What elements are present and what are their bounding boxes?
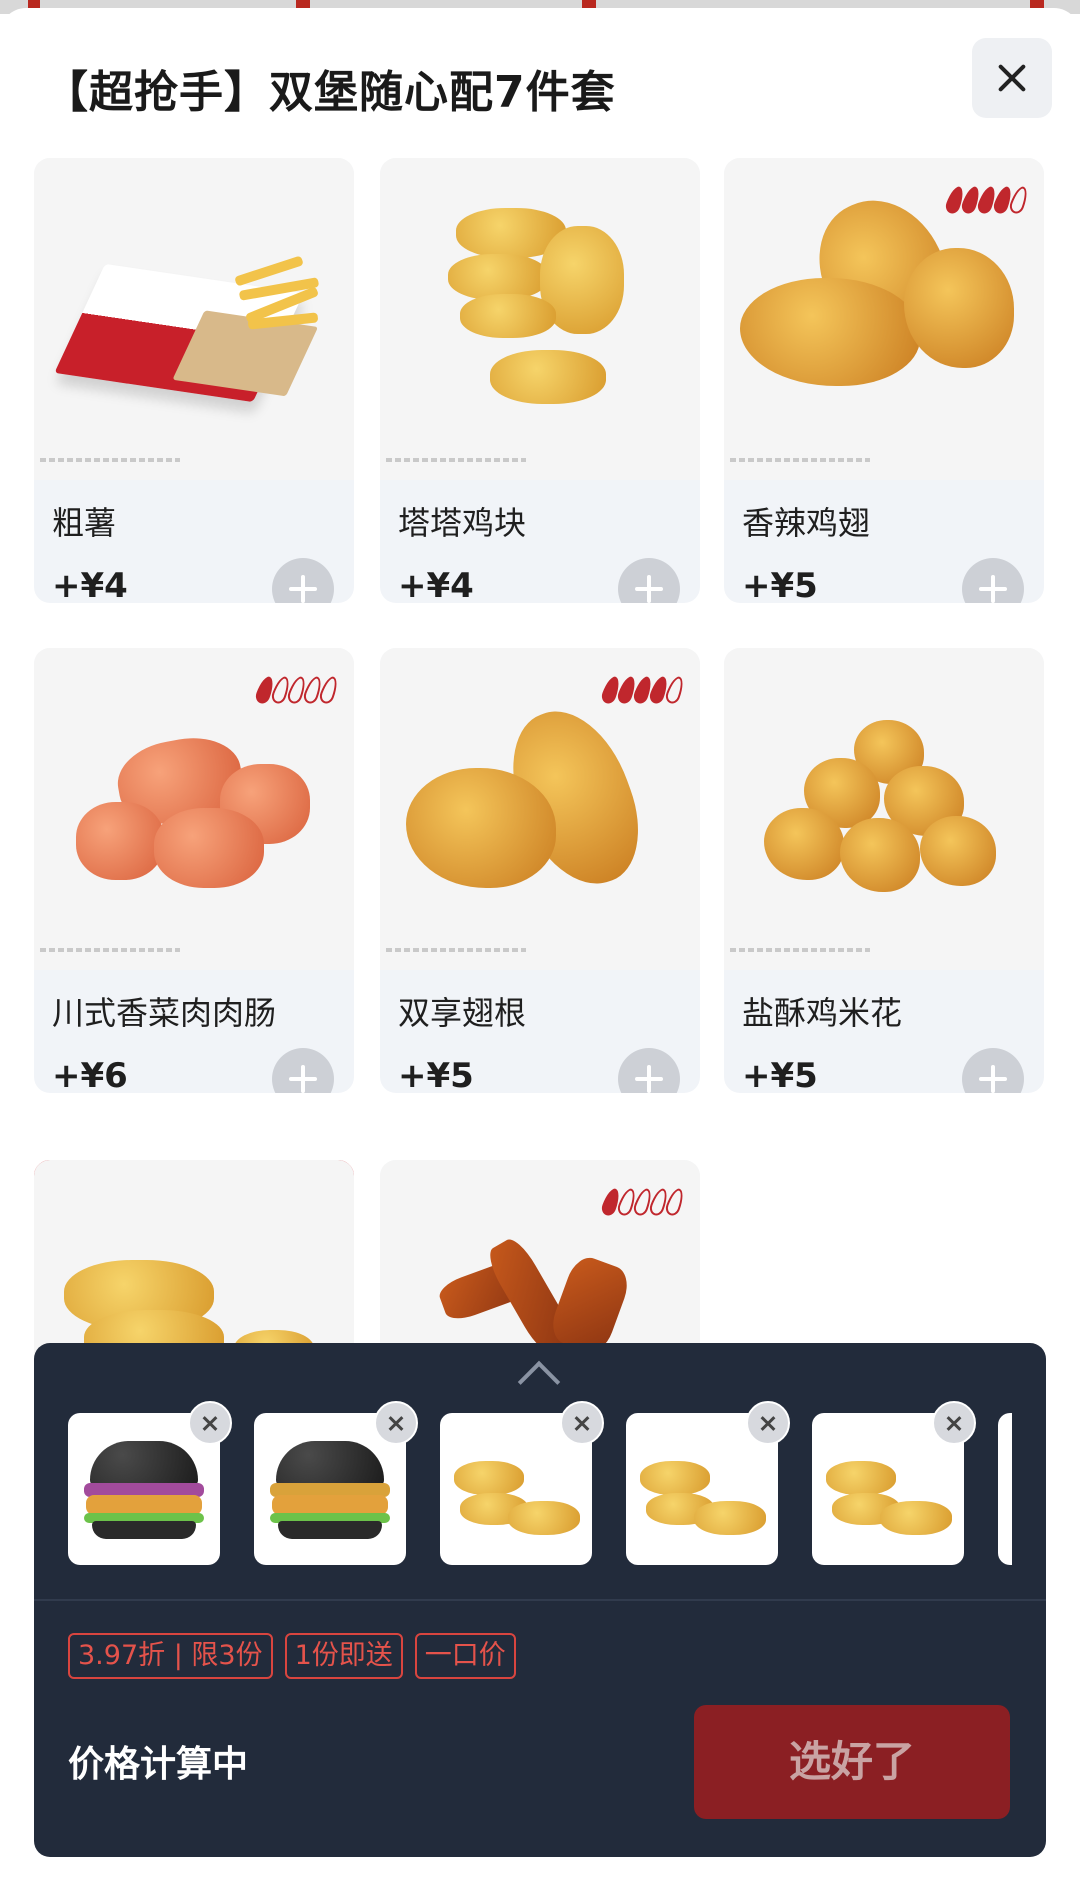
- promo-tag-gift: 1份即送: [284, 1633, 403, 1679]
- product-card[interactable]: 川式香菜肉肉肠 +¥6: [34, 648, 354, 1093]
- close-button[interactable]: [972, 38, 1052, 118]
- page: 粗薯 +¥4 塔塔鸡块 +¥4 香辣鸡翅 +¥5 川式香菜肉肉肠 +¥6 双享翅…: [0, 0, 1080, 1894]
- selected-item[interactable]: [254, 1401, 418, 1565]
- product-name: 粗薯: [52, 504, 117, 542]
- product-price: +¥4: [52, 566, 128, 603]
- product-price: +¥5: [398, 1056, 474, 1093]
- product-card[interactable]: 香辣鸡翅 +¥5: [724, 158, 1044, 603]
- product-name: 川式香菜肉肉肠: [52, 994, 277, 1032]
- price-status: 价格计算中: [68, 1744, 249, 1785]
- product-image-wing-roots: [380, 648, 700, 970]
- product-price: +¥5: [742, 566, 818, 603]
- add-button[interactable]: [962, 1048, 1024, 1093]
- product-price: +¥6: [52, 1056, 128, 1093]
- selected-item[interactable]: [812, 1401, 976, 1565]
- chevron-up-icon[interactable]: [517, 1360, 561, 1404]
- spice-level-icon: [599, 1186, 687, 1218]
- selected-item[interactable]: [440, 1401, 604, 1565]
- selected-item-partial[interactable]: [998, 1413, 1012, 1565]
- confirm-button[interactable]: 选好了: [694, 1705, 1010, 1819]
- product-name: 盐酥鸡米花: [742, 994, 903, 1032]
- promo-tag-discount: 3.97折 | 限3份: [68, 1633, 273, 1679]
- remove-icon[interactable]: [932, 1401, 976, 1445]
- remove-icon[interactable]: [560, 1401, 604, 1445]
- add-button[interactable]: [618, 558, 680, 603]
- spice-level-icon: [943, 184, 1031, 216]
- add-button[interactable]: [272, 1048, 334, 1093]
- product-price: +¥5: [742, 1056, 818, 1093]
- promo-tags: 3.97折 | 限3份 1份即送 一口价: [68, 1633, 516, 1683]
- product-card[interactable]: 塔塔鸡块 +¥4: [380, 158, 700, 603]
- product-image-fries: [34, 158, 354, 480]
- selection-tray: 3.97折 | 限3份 1份即送 一口价 价格计算中 选好了: [34, 1343, 1046, 1857]
- sheet-header: 【超抢手】双堡随心配7件套: [0, 8, 1080, 158]
- burger-icon: [270, 1441, 390, 1541]
- product-name: 香辣鸡翅: [742, 504, 871, 542]
- combo-sheet: 粗薯 +¥4 塔塔鸡块 +¥4 香辣鸡翅 +¥5 川式香菜肉肉肠 +¥6 双享翅…: [0, 8, 1080, 1894]
- divider: [34, 1599, 1046, 1601]
- spice-level-icon: [253, 674, 341, 706]
- page-title: 【超抢手】双堡随心配7件套: [44, 67, 616, 118]
- product-price: +¥4: [398, 566, 474, 603]
- product-image-popcorn-chicken: [724, 648, 1044, 970]
- remove-icon[interactable]: [746, 1401, 790, 1445]
- product-image-spicy-wings: [724, 158, 1044, 480]
- selected-items: [68, 1401, 1046, 1573]
- product-name: 双享翅根: [398, 994, 527, 1032]
- product-card[interactable]: 双享翅根 +¥5: [380, 648, 700, 1093]
- add-button[interactable]: [618, 1048, 680, 1093]
- selected-item[interactable]: [626, 1401, 790, 1565]
- add-button[interactable]: [272, 558, 334, 603]
- promo-tag-fixed-price: 一口价: [414, 1633, 516, 1679]
- add-button[interactable]: [962, 558, 1024, 603]
- selected-item[interactable]: [68, 1401, 232, 1565]
- product-card[interactable]: 粗薯 +¥4: [34, 158, 354, 603]
- burger-icon: [84, 1441, 204, 1541]
- remove-icon[interactable]: [374, 1401, 418, 1445]
- product-image-sausage: [34, 648, 354, 970]
- product-image-nuggets: [380, 158, 700, 480]
- product-card[interactable]: 盐酥鸡米花 +¥5: [724, 648, 1044, 1093]
- product-name: 塔塔鸡块: [398, 504, 527, 542]
- remove-icon[interactable]: [188, 1401, 232, 1445]
- spice-level-icon: [599, 674, 687, 706]
